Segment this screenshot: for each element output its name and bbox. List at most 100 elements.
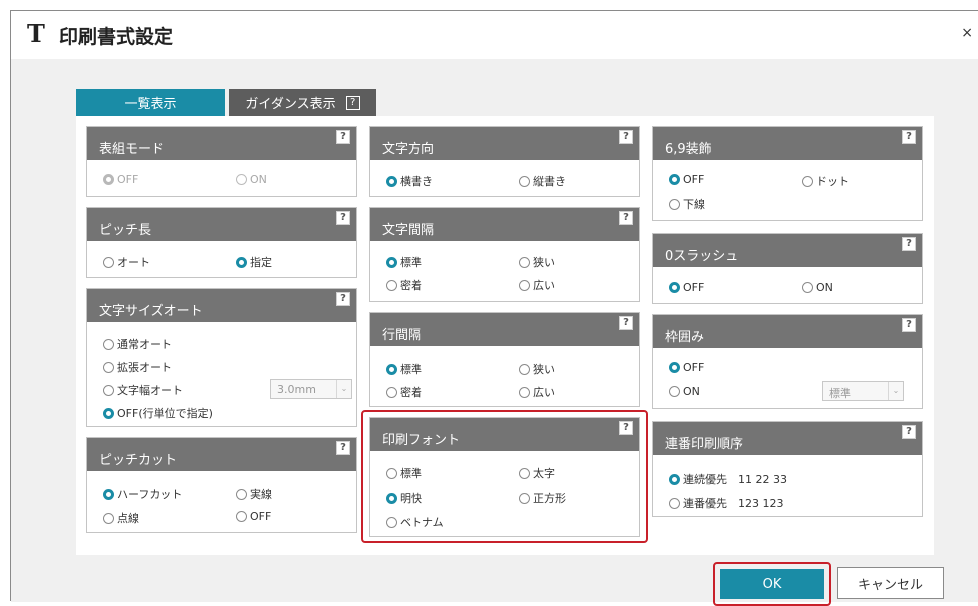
card-title: 文字サイズオート [99, 304, 203, 319]
char-narrow-radio[interactable]: 狭い [519, 254, 555, 270]
card-table-mode: 表組モード? OFF ON [86, 126, 357, 197]
card-text-direction: 文字方向? 横書き 縦書き [369, 126, 640, 197]
card-title: 行間隔 [382, 328, 422, 343]
card-header: 文字サイズオート? [87, 289, 356, 322]
card-header: 連番印刷順序? [653, 422, 922, 455]
option-label: 密着 [400, 386, 422, 399]
help-icon[interactable]: ? [619, 130, 633, 144]
card-title: ピッチカット [99, 453, 178, 468]
font-size-off-radio[interactable]: OFF(行単位で指定) [103, 405, 213, 421]
option-label: 縦書き [533, 175, 566, 188]
char-standard-radio[interactable]: 標準 [386, 254, 422, 270]
slash-off-radio[interactable]: OFF [669, 281, 704, 294]
radio-icon [669, 282, 680, 293]
card-serial-order: 連番印刷順序? 連続優先 11 22 33 連番優先 123 123 [652, 421, 923, 517]
card-char-spacing: 文字間隔? 標準 狭い 密着 広い [369, 207, 640, 302]
help-icon[interactable]: ? [336, 130, 350, 144]
radio-icon [386, 363, 397, 375]
help-icon[interactable]: ? [619, 316, 633, 330]
solid-line-radio[interactable]: 実線 [236, 486, 272, 502]
radio-icon [669, 198, 680, 210]
option-example: 11 22 33 [738, 472, 787, 486]
cancel-button[interactable]: キャンセル [837, 567, 944, 599]
card-header: ピッチカット? [87, 438, 356, 471]
option-label: 拡張オート [117, 361, 172, 374]
help-icon[interactable]: ? [336, 441, 350, 455]
char-width-combo[interactable]: 3.0mm ⌄ [270, 379, 352, 399]
decor-underline-radio[interactable]: 下線 [669, 196, 705, 212]
line-narrow-radio[interactable]: 狭い [519, 361, 555, 377]
table-mode-off-radio[interactable]: OFF [103, 173, 138, 186]
option-label: 下線 [683, 198, 705, 211]
radio-icon [669, 473, 680, 485]
option-label: 狭い [533, 256, 555, 269]
help-icon[interactable]: ? [902, 130, 916, 144]
vertical-radio[interactable]: 縦書き [519, 173, 566, 189]
radio-icon [103, 488, 114, 500]
char-width-auto-radio[interactable]: 文字幅オート [103, 382, 183, 398]
tab-guidance-view[interactable]: ガイダンス表示 ? [229, 89, 376, 116]
decor-off-radio[interactable]: OFF [669, 173, 704, 186]
line-tight-radio[interactable]: 密着 [386, 384, 422, 400]
char-tight-radio[interactable]: 密着 [386, 277, 422, 293]
option-label: オート [117, 256, 150, 269]
table-mode-on-radio[interactable]: ON [236, 173, 267, 186]
frame-off-radio[interactable]: OFF [669, 361, 704, 374]
decor-dot-radio[interactable]: ドット [802, 173, 849, 189]
help-icon[interactable]: ? [902, 318, 916, 332]
option-label: ON [683, 385, 700, 398]
card-header: 表組モード? [87, 127, 356, 160]
radio-icon [386, 279, 397, 291]
card-header: 文字間隔? [370, 208, 639, 241]
line-wide-radio[interactable]: 広い [519, 384, 555, 400]
help-icon[interactable]: ? [902, 237, 916, 251]
option-label: 横書き [400, 175, 433, 188]
tab-list-view-label: 一覧表示 [124, 97, 177, 112]
radio-icon [103, 174, 114, 185]
option-label: 広い [533, 279, 555, 292]
serial-priority-radio[interactable]: 連番優先 123 123 [669, 495, 784, 511]
card-line-spacing: 行間隔? 標準 狭い 密着 広い [369, 312, 640, 407]
card-title: 文字方向 [382, 142, 435, 157]
frame-on-radio[interactable]: ON [669, 385, 700, 398]
option-label: 標準 [400, 256, 422, 269]
chevron-down-icon: ⌄ [888, 382, 903, 400]
pitch-specify-radio[interactable]: 指定 [236, 254, 272, 270]
help-icon[interactable]: ? [345, 95, 360, 110]
card-header: 文字方向? [370, 127, 639, 160]
radio-icon [103, 407, 114, 419]
radio-icon [103, 338, 114, 350]
tab-list-view[interactable]: 一覧表示 [76, 89, 225, 116]
option-label: OFF [683, 361, 705, 374]
radio-icon [236, 511, 247, 522]
option-label: OFF [683, 173, 705, 186]
pitch-auto-radio[interactable]: オート [103, 254, 150, 270]
slash-on-radio[interactable]: ON [802, 281, 833, 294]
radio-icon [669, 497, 680, 509]
radio-icon [103, 361, 114, 373]
radio-icon [103, 512, 114, 524]
normal-auto-radio[interactable]: 通常オート [103, 336, 172, 352]
half-cut-radio[interactable]: ハーフカット [103, 486, 182, 502]
continuous-priority-radio[interactable]: 連続優先 11 22 33 [669, 471, 787, 487]
radio-icon [669, 386, 680, 397]
help-icon[interactable]: ? [336, 292, 350, 306]
option-label: 文字幅オート [117, 384, 183, 397]
dotted-line-radio[interactable]: 点線 [103, 510, 139, 526]
dialog-title: 印刷書式設定 [59, 26, 174, 48]
horizontal-radio[interactable]: 横書き [386, 173, 433, 189]
help-icon[interactable]: ? [336, 211, 350, 225]
char-wide-radio[interactable]: 広い [519, 277, 555, 293]
pitch-cut-off-radio[interactable]: OFF [236, 510, 271, 523]
extended-auto-radio[interactable]: 拡張オート [103, 359, 172, 375]
help-icon[interactable]: ? [902, 425, 916, 439]
card-title: 連番印刷順序 [665, 437, 744, 452]
close-icon[interactable]: × [961, 25, 973, 41]
option-example: 123 123 [738, 496, 784, 510]
card-frame: 枠囲み? OFF ON 標準 ⌄ [652, 314, 923, 409]
card-header: 0スラッシュ? [653, 234, 922, 267]
frame-style-combo[interactable]: 標準 ⌄ [822, 381, 904, 401]
line-standard-radio[interactable]: 標準 [386, 361, 422, 377]
help-icon[interactable]: ? [619, 211, 633, 225]
title-bar: T 印刷書式設定 × [11, 11, 978, 59]
